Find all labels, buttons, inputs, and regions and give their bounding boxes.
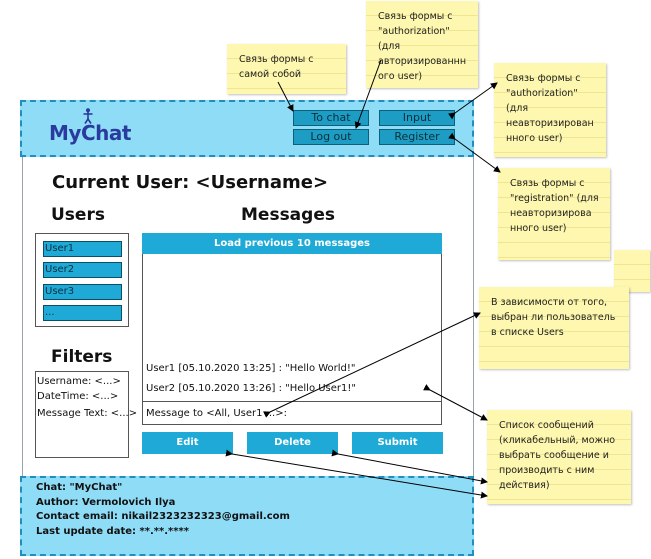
annotation-arrows — [225, 59, 501, 499]
arrow-logout — [354, 59, 382, 129]
arrow-self-link — [277, 81, 294, 112]
arrow-messages-list — [423, 384, 488, 421]
arrow-register — [448, 132, 501, 173]
arrow-input — [448, 82, 498, 120]
arrow-message-input — [263, 312, 481, 418]
arrow-delete — [331, 449, 488, 485]
